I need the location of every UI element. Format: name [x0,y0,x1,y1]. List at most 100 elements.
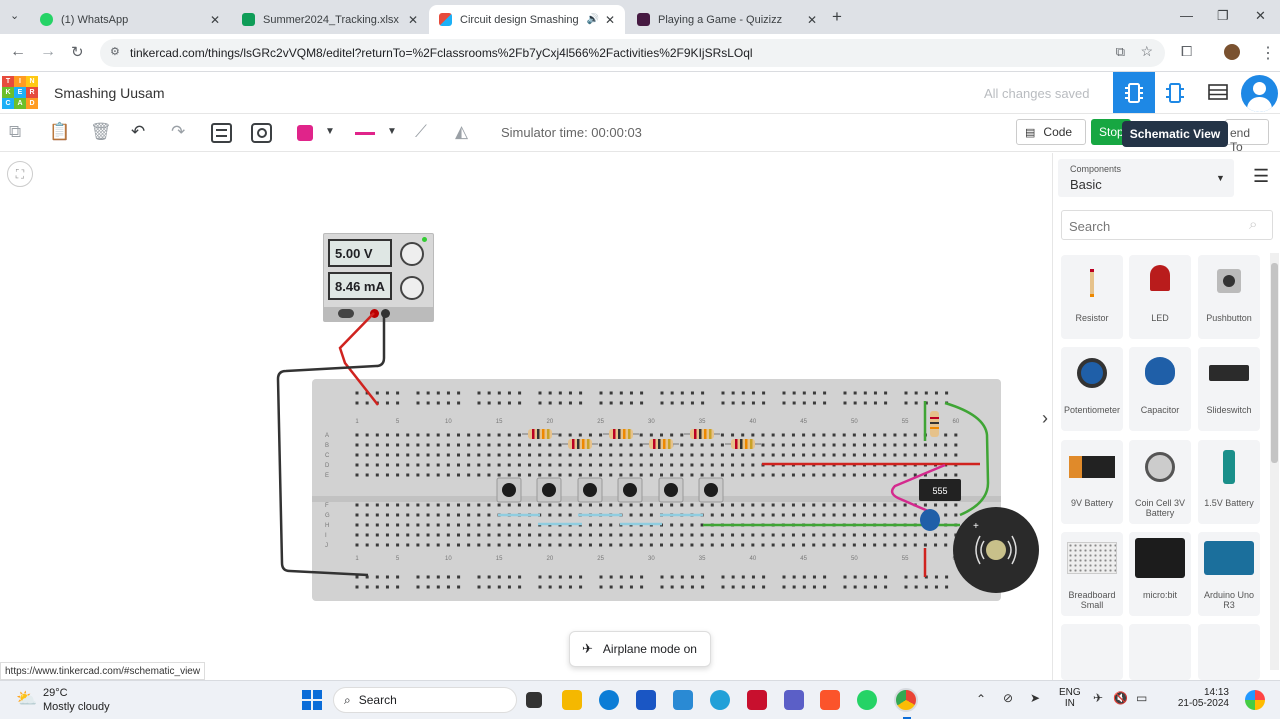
component-search-input[interactable]: Search ⌕ [1061,210,1273,240]
app-icon[interactable] [710,690,730,710]
language-indicator[interactable]: ENG IN [1059,687,1081,709]
browser-toolbar: ← → ↻ ⚙ tinkercad.com/things/lsGRc2vVQM8… [0,34,1280,72]
chrome-icon[interactable] [894,688,918,712]
edge-icon[interactable] [599,690,619,710]
scrollbar-thumb[interactable] [1271,263,1278,463]
tinkercad-logo[interactable]: T I N K E R C A D [2,76,38,110]
volume-muted-icon[interactable]: 🔇 [1113,691,1128,705]
send-to-button[interactable]: end To [1225,119,1269,154]
maximize-icon[interactable]: ❐ [1217,8,1229,24]
copy-icon[interactable]: ⧉ [9,122,21,142]
forward-icon[interactable]: → [40,43,56,61]
wire-type-icon[interactable] [355,132,375,135]
redo-icon[interactable]: ↷ [171,122,185,142]
circuit-canvas[interactable]: ⛶ 5.00 V 8.46 mA 1 5 10 15 20 25 30 35 40 45 50 55 6… [0,153,1052,680]
component-micro-bit[interactable]: micro:bit [1129,532,1191,616]
chevron-down-icon[interactable]: ▼ [325,126,335,137]
address-bar[interactable]: ⚙ tinkercad.com/things/lsGRc2vVQM8/edite… [100,39,1165,67]
chevron-down-icon[interactable]: ▼ [387,126,397,137]
site-info-icon[interactable]: ⚙ [110,45,120,58]
battery-icon[interactable]: ▭ [1136,691,1147,705]
component-arduino-uno-r3[interactable]: Arduino Uno R3 [1198,532,1260,616]
component-pushbutton[interactable]: Pushbutton [1198,255,1260,339]
close-tab-icon[interactable]: ✕ [408,13,418,27]
whatsapp-icon[interactable] [857,690,877,710]
component-led[interactable]: LED [1129,255,1191,339]
bom-list-button[interactable] [1208,83,1228,106]
notes-icon[interactable] [211,123,232,143]
collapse-panel-chevron-icon[interactable]: › [1042,408,1048,429]
tab-quizizz[interactable]: Playing a Game - Quizizz ✕ [627,5,827,34]
component-1-5v-battery[interactable]: 1.5V Battery [1198,440,1260,524]
row-letter: G [325,513,330,519]
circuit-view-button[interactable] [1113,72,1155,113]
component-9v-battery[interactable]: 9V Battery [1061,440,1123,524]
component-coin-cell-3v-battery[interactable]: Coin Cell 3V Battery [1129,440,1191,524]
airplane-icon: ✈ [582,641,593,656]
tab-whatsapp[interactable]: (1) WhatsApp ✕ [30,5,230,34]
mcafee-icon[interactable] [747,690,767,710]
back-icon[interactable]: ← [10,43,26,61]
breadboard[interactable] [312,379,1001,601]
install-app-icon[interactable]: ⧉ [1116,44,1125,60]
list-view-icon[interactable]: ☰ [1253,166,1269,187]
project-title[interactable]: Smashing Uusam [54,85,165,101]
component-breadboard-small[interactable]: Breadboard Small [1061,532,1123,616]
flip-icon[interactable]: ◭ [455,122,468,142]
teams-icon[interactable] [784,690,804,710]
paste-icon[interactable]: 📋 [49,122,70,142]
store-icon[interactable] [636,690,656,710]
mysql-icon[interactable] [673,690,693,710]
weather-cloud-icon[interactable]: ⛅ [16,689,37,709]
tab-tinkercad[interactable]: Circuit design Smashing Uu 🔊 ✕ [429,5,625,34]
airplane-mode-icon[interactable]: ✈ [1093,691,1103,705]
wire-color-swatch[interactable] [297,125,313,141]
reload-icon[interactable]: ↻ [71,43,84,61]
brave-icon[interactable] [820,690,840,710]
extensions-icon[interactable]: ⧠ [1181,43,1192,60]
rotate-icon[interactable]: ⟋ [415,122,427,142]
tray-chevron-icon[interactable]: ⌃ [976,692,986,706]
browser-menu-icon[interactable]: ⋮ [1260,43,1276,63]
component-slideswitch[interactable]: Slideswitch [1198,347,1260,431]
ceramic-capacitor[interactable] [920,509,940,531]
profile-avatar[interactable] [1224,44,1240,60]
close-tab-icon[interactable]: ✕ [210,13,220,27]
bookmark-star-icon[interactable]: ☆ [1140,43,1153,60]
component-capacitor[interactable]: Capacitor [1129,347,1191,431]
column-number: 30 [648,556,655,562]
audio-playing-icon[interactable]: 🔊 [586,14,598,25]
schematic-view-button[interactable] [1166,82,1184,109]
component-label: Coin Cell 3V Battery [1134,498,1186,518]
component-partial[interactable] [1061,624,1123,680]
component-potentiometer[interactable]: Potentiometer [1061,347,1123,431]
tab-search-icon[interactable]: ⌄ [10,9,19,22]
delete-icon[interactable]: 🗑 [90,122,112,142]
component-category-select[interactable]: Components Basic ▼ [1058,159,1234,197]
file-explorer-icon[interactable] [562,690,582,710]
code-button[interactable]: ▤ Code [1016,119,1086,145]
undo-icon[interactable]: ↶ [131,122,145,142]
user-avatar[interactable] [1241,75,1278,112]
location-icon[interactable]: ➤ [1030,691,1040,705]
taskbar-search-label: Search [358,693,397,707]
column-number: 35 [699,419,706,425]
taskbar-search-box[interactable]: ⌕ Search [333,687,517,713]
component-label: micro:bit [1142,590,1177,600]
component-partial[interactable] [1198,624,1260,680]
component-resistor[interactable]: Resistor [1061,255,1123,339]
close-tab-icon[interactable]: ✕ [807,13,817,27]
panel-scrollbar[interactable] [1270,253,1279,670]
close-tab-icon[interactable]: ✕ [605,13,615,27]
minimize-icon[interactable]: — [1180,8,1193,23]
component-partial[interactable] [1129,624,1191,680]
copilot-icon[interactable] [1245,690,1265,710]
clock[interactable]: 14:13 21-05-2024 [1173,687,1229,709]
view-icon[interactable] [251,123,272,143]
close-window-icon[interactable]: ✕ [1255,8,1266,24]
tab-sheets[interactable]: Summer2024_Tracking.xlsx - Go ✕ [232,5,428,34]
network-icon[interactable]: ⊘ [1003,691,1013,705]
task-view-icon[interactable] [526,692,542,708]
windows-start-icon[interactable] [302,690,322,710]
new-tab-button[interactable]: + [832,7,842,27]
